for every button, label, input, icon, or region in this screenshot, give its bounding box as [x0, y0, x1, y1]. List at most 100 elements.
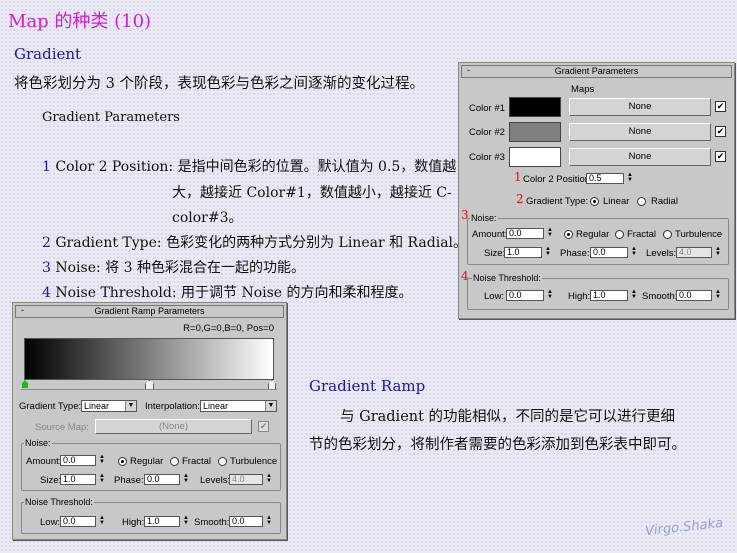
ramp-flag-start[interactable] — [22, 380, 28, 388]
spinner-arrows-icon[interactable]: ▲ ▼ — [630, 289, 638, 301]
gradient-ramp-bar[interactable] — [24, 338, 274, 380]
radial-radio[interactable] — [637, 197, 646, 206]
spinner-arrows-icon[interactable]: ▲ ▼ — [265, 515, 273, 527]
color3-swatch[interactable] — [509, 147, 561, 167]
noise-threshold-title: Noise Threshold: — [472, 273, 542, 283]
high-spinner[interactable]: 1.0 ▲ ▼ — [144, 515, 192, 527]
low-field[interactable]: 0.0 — [60, 516, 96, 527]
spinner-arrows-icon[interactable]: ▲ ▼ — [98, 473, 106, 485]
low-spinner[interactable]: 0.0 ▲ ▼ — [506, 289, 556, 301]
color2-map-button[interactable]: None — [569, 123, 711, 141]
amount-spinner[interactable]: 0.0 ▲ ▼ — [60, 454, 108, 466]
regular-radio[interactable] — [118, 457, 127, 466]
gradient-ramp-line2: 节的色彩划分，将制作者需要的色彩添加到色彩表中即可。 — [309, 437, 686, 453]
list-item: 1 Color 2 Position: 是指中间色彩的位置。默认值为 0.5，数… — [42, 159, 457, 175]
smooth-field[interactable]: 0.0 — [229, 516, 263, 527]
phase-spinner[interactable]: 0.0 ▲ ▼ — [590, 246, 640, 258]
callout-marker-1: 1 — [514, 170, 522, 184]
source-map-button[interactable]: (None) — [95, 419, 252, 434]
size-label: Size: — [40, 475, 62, 486]
linear-radio[interactable] — [590, 197, 599, 206]
fractal-radio[interactable] — [615, 230, 624, 239]
smooth-field[interactable]: 0.0 — [676, 290, 712, 301]
rollout-header[interactable]: - Gradient Parameters — [461, 65, 732, 78]
color1-map-button[interactable]: None — [569, 98, 711, 116]
color3-map-checkbox[interactable]: ✔ — [715, 151, 726, 162]
spinner-arrows-icon[interactable]: ▲ ▼ — [265, 473, 273, 485]
levels-field[interactable]: 4.0 — [229, 474, 263, 485]
chevron-down-icon[interactable]: ▼ — [265, 401, 276, 411]
gradient-ramp-heading: Gradient Ramp — [309, 377, 426, 395]
levels-spinner[interactable]: 4.0 ▲ ▼ — [229, 473, 275, 485]
collapse-icon[interactable]: - — [21, 305, 24, 316]
levels-field[interactable]: 4.0 — [676, 247, 712, 258]
high-field[interactable]: 1.0 — [144, 516, 180, 527]
size-field[interactable]: 1.0 — [60, 474, 96, 485]
gradient-type-label: Gradient Type: — [526, 196, 589, 207]
low-field[interactable]: 0.0 — [506, 290, 544, 301]
noise-threshold-group: Noise Threshold: Low: 0.0 ▲ ▼ High: 1.0 ▲… — [467, 273, 729, 310]
low-label: Low: — [40, 517, 61, 528]
color1-map-checkbox[interactable]: ✔ — [715, 101, 726, 112]
amount-spinner[interactable]: 0.0 ▲ ▼ — [506, 227, 556, 239]
divider — [21, 389, 277, 390]
interpolation-value: Linear — [203, 401, 229, 411]
color2-position-spinner[interactable]: 0.5 ▲ ▼ — [586, 172, 636, 184]
amount-field[interactable]: 0.0 — [506, 228, 544, 239]
noise-group: Noise: Amount: 0.0 ▲ ▼ Regular Fractal Tu… — [467, 213, 729, 265]
high-field[interactable]: 1.0 — [590, 290, 628, 301]
low-spinner[interactable]: 0.0 ▲ ▼ — [60, 515, 108, 527]
size-field[interactable]: 1.0 — [504, 247, 542, 258]
spinner-arrows-icon[interactable]: ▲ ▼ — [630, 246, 638, 258]
spinner-arrows-icon[interactable]: ▲ ▼ — [182, 473, 190, 485]
spinner-arrows-icon[interactable]: ▲ ▼ — [714, 246, 722, 258]
source-map-checkbox[interactable]: ✔ — [258, 421, 269, 432]
levels-spinner[interactable]: 4.0 ▲ ▼ — [676, 246, 724, 258]
phase-field[interactable]: 0.0 — [144, 474, 180, 485]
turbulence-label: Turbulence — [675, 229, 723, 240]
linear-label: Linear — [603, 196, 630, 207]
list-item-cont: color#3。 — [172, 210, 243, 226]
amount-label: Amount: — [472, 229, 508, 240]
spinner-arrows-icon[interactable]: ▲ ▼ — [714, 289, 722, 301]
gradient-intro: 将色彩划分为 3 个阶段，表现色彩与色彩之间逐渐的变化过程。 — [14, 76, 424, 92]
phase-spinner[interactable]: 0.0 ▲ ▼ — [144, 473, 192, 485]
smooth-spinner[interactable]: 0.0 ▲ ▼ — [229, 515, 275, 527]
spinner-arrows-icon[interactable]: ▲ ▼ — [98, 454, 106, 466]
interpolation-select[interactable]: Linear ▼ — [200, 400, 277, 412]
signature: Virgo.Shaka — [644, 515, 724, 540]
color2-swatch[interactable] — [509, 122, 561, 142]
spinner-arrows-icon[interactable]: ▲ ▼ — [626, 172, 634, 184]
spinner-arrows-icon[interactable]: ▲ ▼ — [98, 515, 106, 527]
page-title: Map 的种类 (10) — [8, 11, 152, 32]
color2-position-field[interactable]: 0.5 — [586, 173, 624, 184]
color2-map-checkbox[interactable]: ✔ — [715, 126, 726, 137]
spinner-arrows-icon[interactable]: ▲ ▼ — [182, 515, 190, 527]
amount-field[interactable]: 0.0 — [60, 455, 96, 466]
smooth-label: Smooth: — [194, 517, 230, 528]
turbulence-radio[interactable] — [663, 230, 672, 239]
gradient-params-heading: Gradient Parameters — [42, 110, 180, 125]
chevron-down-icon[interactable]: ▼ — [125, 401, 136, 411]
spinner-arrows-icon[interactable]: ▲ ▼ — [544, 246, 552, 258]
color3-map-button[interactable]: None — [569, 148, 711, 166]
turbulence-radio[interactable] — [218, 457, 227, 466]
high-spinner[interactable]: 1.0 ▲ ▼ — [590, 289, 640, 301]
spinner-arrows-icon[interactable]: ▲ ▼ — [546, 289, 554, 301]
size-spinner[interactable]: 1.0 ▲ ▼ — [60, 473, 108, 485]
list-item: 4 Noise Threshold: 用于调节 Noise 的方向和柔和程度。 — [42, 285, 413, 301]
regular-radio[interactable] — [564, 230, 573, 239]
gradient-heading: Gradient — [14, 45, 82, 63]
regular-label: Regular — [130, 456, 164, 467]
phase-field[interactable]: 0.0 — [590, 247, 628, 258]
fractal-radio[interactable] — [170, 457, 179, 466]
spinner-arrows-icon[interactable]: ▲ ▼ — [546, 227, 554, 239]
gradient-type-select[interactable]: Linear ▼ — [81, 400, 137, 412]
color1-swatch[interactable] — [509, 97, 561, 117]
rollout-header[interactable]: - Gradient Ramp Parameters — [15, 305, 284, 318]
smooth-spinner[interactable]: 0.0 ▲ ▼ — [676, 289, 724, 301]
size-spinner[interactable]: 1.0 ▲ ▼ — [504, 246, 554, 258]
collapse-icon[interactable]: - — [467, 65, 470, 76]
maps-label: Maps — [571, 84, 595, 95]
ramp-noise-group: Noise: Amount: 0.0 ▲ ▼ Regular Fractal Tu… — [21, 438, 281, 491]
